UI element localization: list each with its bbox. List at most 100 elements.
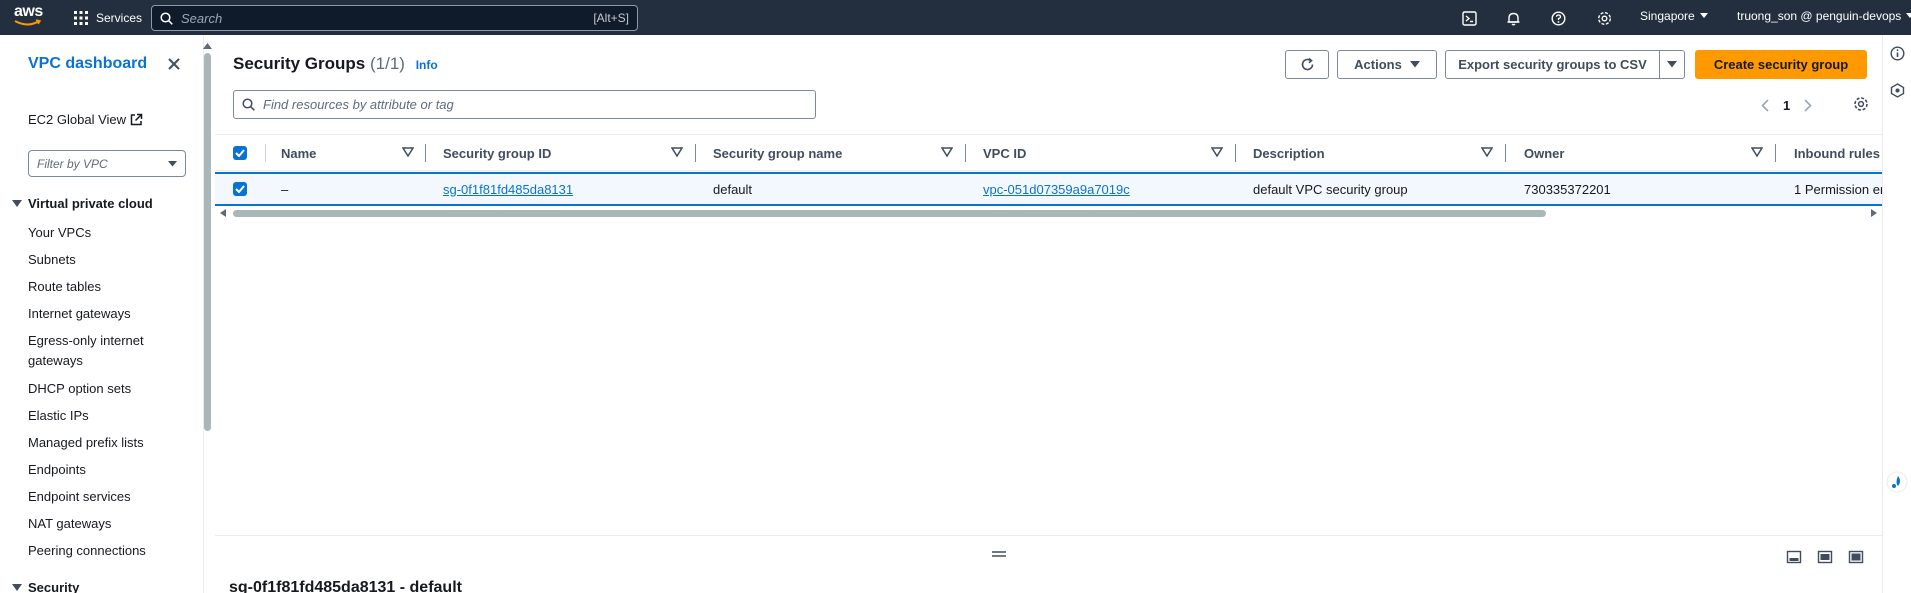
table-horizontal-scrollbar[interactable] [215,208,1882,218]
sidebar-title[interactable]: VPC dashboard [28,55,147,73]
sidebar-section-security[interactable]: Security [12,580,79,593]
export-csv-label: Export security groups to CSV [1458,57,1647,72]
aws-logo[interactable]: aws [14,4,48,29]
account-label: truong_son @ penguin-devops [1737,9,1902,23]
sidebar: VPC dashboard EC2 Global View Filter by … [0,35,204,593]
grid-icon [74,11,88,25]
sidebar-item-subnets[interactable]: Subnets [28,252,76,267]
cloudshell-icon[interactable] [1459,8,1479,28]
column-header-vpc-id[interactable]: VPC ID [983,135,1026,171]
sidebar-item-ec2-global-view[interactable]: EC2 Global View [28,112,143,127]
export-csv-button[interactable]: Export security groups to CSV [1445,50,1660,79]
sort-icon[interactable] [1481,146,1493,158]
column-resizer[interactable] [695,144,696,162]
sidebar-item-managed-prefix-lists[interactable]: Managed prefix lists [28,435,144,450]
sort-icon[interactable] [1211,146,1223,158]
refresh-button[interactable] [1285,50,1329,79]
column-divider [265,144,266,162]
select-all-checkbox[interactable] [233,146,247,160]
sidebar-item-dhcp-option-sets[interactable]: DHCP option sets [28,381,131,396]
column-resizer[interactable] [1775,144,1776,162]
column-resizer[interactable] [1235,144,1236,162]
actions-button[interactable]: Actions [1337,50,1437,79]
services-menu-button[interactable]: Services [74,7,142,29]
page-title-text: Security Groups [233,54,366,73]
chevron-right-icon[interactable] [1804,98,1812,112]
scroll-right-icon[interactable] [1870,209,1878,217]
panel-bottom-icon[interactable] [1786,549,1802,565]
create-security-group-button[interactable]: Create security group [1695,50,1867,79]
sidebar-scrollbar-thumb[interactable] [204,53,211,431]
sidebar-item-nat-gateways[interactable]: NAT gateways [28,516,111,531]
sidebar-item-route-tables[interactable]: Route tables [28,279,101,294]
resource-filter-input[interactable] [255,97,807,112]
panel-side-icon[interactable] [1817,549,1833,565]
table-header-area: Security Groups (1/1) Info Actions Expor… [215,35,1882,135]
account-menu[interactable]: truong_son @ penguin-devops [1737,9,1911,23]
settings-gear-icon[interactable] [1594,8,1614,28]
right-tools-rail [1882,35,1911,593]
notifications-bell-icon[interactable] [1503,8,1523,28]
sidebar-item-internet-gateways[interactable]: Internet gateways [28,306,131,321]
sidebar-section-virtual-private-cloud[interactable]: Virtual private cloud [12,196,153,211]
amazon-q-assistant-icon[interactable] [1886,471,1908,493]
column-header-security-group-id[interactable]: Security group ID [443,135,551,171]
search-icon [242,98,255,111]
sidebar-item-elastic-ips[interactable]: Elastic IPs [28,408,89,423]
column-resizer[interactable] [965,144,966,162]
column-header-owner[interactable]: Owner [1524,135,1564,171]
pagination: 1 [1761,95,1812,115]
sort-icon[interactable] [671,146,683,158]
cell-security-group-name: default [713,181,753,197]
sidebar-item-endpoints[interactable]: Endpoints [28,462,86,477]
column-header-inbound-rules-count[interactable]: Inbound rules c [1794,135,1882,171]
caret-down-icon [1699,13,1708,18]
resize-handle-icon[interactable] [992,550,1006,558]
close-icon[interactable] [166,56,182,72]
page-number[interactable]: 1 [1783,98,1790,113]
panel-full-icon[interactable] [1848,549,1864,565]
region-selector[interactable]: Singapore [1640,9,1708,23]
column-resizer[interactable] [425,144,426,162]
sort-icon[interactable] [1751,146,1763,158]
sidebar-item-your-vpcs[interactable]: Your VPCs [28,225,91,240]
sort-icon[interactable] [941,146,953,158]
table-row[interactable]: – sg-0f1f81fd485da8131 default vpc-051d0… [215,172,1882,206]
sort-icon[interactable] [402,146,414,158]
sidebar-item-label: EC2 Global View [28,112,127,127]
sidebar-item-peering-connections[interactable]: Peering connections [28,543,146,558]
scroll-left-icon[interactable] [219,209,227,217]
table-preferences-gear-icon[interactable] [1853,96,1869,112]
create-security-group-label: Create security group [1713,57,1849,72]
region-label: Singapore [1640,9,1695,23]
column-header-security-group-name[interactable]: Security group name [713,135,842,171]
vpc-id-link[interactable]: vpc-051d07359a9a7019c [983,182,1130,197]
column-header-name[interactable]: Name [281,135,316,171]
row-checkbox[interactable] [233,182,247,196]
vpc-filter-placeholder: Filter by VPC [37,156,108,171]
table-scrollbar-thumb[interactable] [233,210,1546,217]
sidebar-scrollbar[interactable] [203,43,212,431]
services-label: Services [96,11,143,25]
checkmark-icon [235,149,245,157]
cell-owner: 730335372201 [1524,181,1611,197]
vpc-filter-select[interactable]: Filter by VPC [28,150,186,177]
global-search[interactable]: [Alt+S] [151,5,638,31]
checkmark-icon [235,185,245,193]
scroll-up-icon[interactable] [203,43,212,49]
info-icon[interactable] [1890,46,1905,61]
caret-down-icon [1906,13,1911,18]
caret-down-icon [1667,61,1677,68]
chevron-left-icon[interactable] [1761,98,1769,112]
feature-spotlight-icon[interactable] [1890,83,1905,98]
sidebar-item-endpoint-services[interactable]: Endpoint services [28,489,131,504]
column-header-description[interactable]: Description [1253,135,1325,171]
sidebar-item-egress-only-internet-gateways[interactable]: Egress-only internet gateways [28,333,144,368]
export-options-dropdown[interactable] [1659,50,1685,79]
info-link[interactable]: Info [416,58,438,72]
resource-filter[interactable] [233,90,816,119]
security-group-id-link[interactable]: sg-0f1f81fd485da8131 [443,182,573,197]
column-resizer[interactable] [1505,144,1506,162]
help-icon[interactable] [1548,8,1568,28]
global-search-input[interactable] [173,10,594,26]
